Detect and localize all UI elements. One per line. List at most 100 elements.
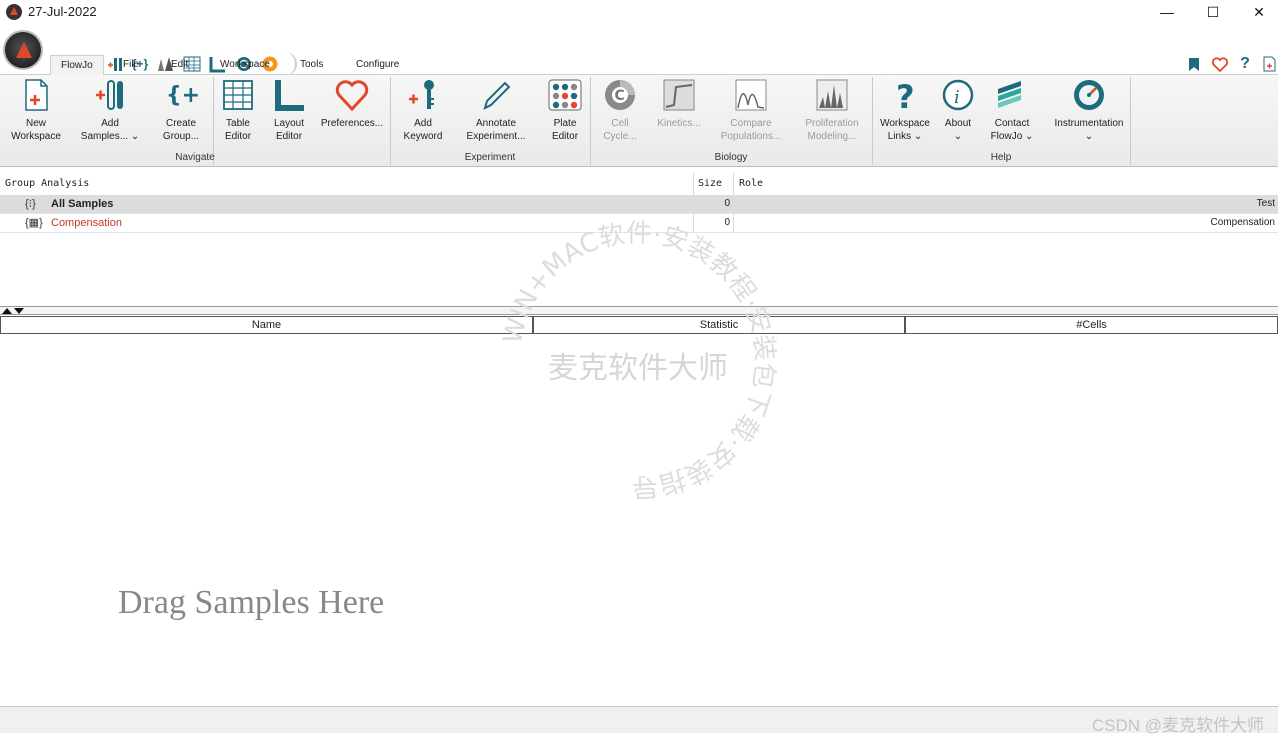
about-button[interactable]: i About ⌄ [938, 77, 978, 143]
add-samples-icon-large [96, 80, 123, 110]
instrumentation-label-1: Instrumentation [1054, 118, 1124, 129]
instrumentation-label-2: ⌄ [1084, 131, 1094, 142]
flowjo-logo[interactable] [3, 30, 43, 70]
add-keyword-label-1: Add [414, 118, 432, 129]
pane-splitter[interactable] [0, 306, 1278, 315]
info-icon: i [942, 79, 974, 111]
statistic-column-header[interactable]: Statistic [533, 316, 905, 334]
layout-editor-label-2: Editor [275, 131, 303, 142]
kinetics-label: Kinetics... [657, 118, 701, 129]
tab-tools[interactable]: Tools [300, 59, 323, 70]
layout-editor-button[interactable]: Layout Editor [266, 77, 312, 143]
proliferation-modeling-button[interactable]: Proliferation Modeling... [800, 77, 864, 143]
tab-flowjo[interactable]: FlowJo [50, 55, 104, 76]
table-editor-button[interactable]: Table Editor [218, 77, 258, 143]
watermark-stamp: WIN+MAC软件·安装教程·安装包下载·安装指导 麦克软件大师 [498, 219, 780, 502]
maximize-button[interactable]: ☐ [1190, 0, 1236, 24]
compensation-icon: {▦} [25, 217, 43, 229]
svg-text:i: i [954, 87, 960, 108]
flowjo-app-icon [6, 4, 22, 20]
workspace-links-label-1: Workspace [880, 118, 930, 129]
kinetics-button[interactable]: Kinetics... [654, 77, 704, 130]
contact-flowjo-label-1: Contact [994, 118, 1030, 129]
title-bar: 27-Jul-2022 — ☐ ✕ [0, 0, 1278, 24]
name-column-header[interactable]: Name [0, 316, 533, 334]
layout-editor-label-1: Layout [273, 118, 305, 129]
group-name: All Samples [51, 198, 114, 210]
close-button[interactable]: ✕ [1236, 0, 1278, 24]
annotate-experiment-label-1: Annotate [475, 118, 517, 129]
tab-workspace[interactable]: Workspace [220, 59, 270, 70]
bookmark-icon[interactable] [1186, 56, 1202, 72]
table-row[interactable]: {▦} Compensation 0 Compensation [0, 214, 1278, 233]
plate-editor-button[interactable]: Plate Editor [544, 77, 586, 143]
plate-editor-icon [548, 79, 582, 111]
ribbon-separator [1130, 77, 1131, 165]
navigate-group-label: Navigate [175, 152, 215, 163]
biology-group-label: Biology [714, 152, 748, 163]
group-size: 0 [724, 217, 730, 228]
drag-samples-hint: Drag Samples Here [118, 584, 385, 621]
role-header[interactable]: Role [739, 173, 763, 195]
workspace-links-label-2: Links ⌄ [887, 131, 923, 142]
experiment-group-label: Experiment [464, 152, 516, 163]
cells-column-header[interactable]: #Cells [905, 316, 1278, 334]
svg-text:C: C [615, 88, 625, 104]
new-workspace-icon [25, 79, 48, 111]
add-keyword-icon [409, 80, 434, 109]
new-workspace-label-2: Workspace [11, 131, 61, 142]
preferences-button[interactable]: Preferences... [318, 77, 386, 130]
layout-editor-icon-large [275, 80, 304, 111]
favorite-heart-icon[interactable] [1212, 56, 1228, 72]
gauge-icon [1074, 80, 1104, 110]
compare-populations-button[interactable]: Compare Populations... [716, 77, 786, 143]
question-mark-icon: ? [896, 78, 915, 113]
group-analysis-header[interactable]: Group Analysis [5, 173, 89, 195]
annotate-experiment-button[interactable]: Annotate Experiment... [462, 77, 530, 143]
create-group-label-1: Create [165, 118, 196, 129]
table-editor-icon-large [223, 80, 253, 110]
group-size: 0 [724, 198, 730, 209]
status-bar: CSDN @麦克软件大师 [0, 706, 1278, 735]
size-header[interactable]: Size [698, 173, 722, 195]
watermark-ring-text: WIN+MAC软件·安装教程·安装包下载·安装指导 [498, 219, 780, 502]
watermark-center-text: 麦克软件大师 [548, 351, 728, 386]
group-icon: {⁝} [25, 198, 36, 210]
window-title: 27-Jul-2022 [28, 4, 97, 19]
workspace-links-button[interactable]: ? Workspace Links ⌄ [878, 77, 932, 143]
minimize-button[interactable]: — [1144, 0, 1190, 24]
svg-text:{+}: {+} [166, 83, 198, 108]
new-document-icon[interactable] [1261, 56, 1277, 72]
add-samples-label-2: Samples... ⌄ [80, 131, 140, 142]
kinetics-icon [663, 79, 695, 111]
create-group-icon-large: {+} [166, 83, 198, 108]
table-row[interactable]: {⁝} All Samples 0 Test [0, 195, 1278, 214]
csdn-credit: CSDN @麦克软件大师 [1091, 716, 1264, 735]
splitter-arrows-icon[interactable] [2, 307, 26, 315]
help-icon[interactable]: ? [1237, 55, 1253, 72]
instrumentation-button[interactable]: Instrumentation ⌄ [1050, 77, 1128, 143]
cell-cycle-label-2: Cycle... [603, 131, 637, 142]
table-editor-label-2: Editor [224, 131, 252, 142]
add-keyword-button[interactable]: Add Keyword [400, 77, 446, 143]
tab-edit[interactable]: Edit [171, 59, 188, 70]
quick-access-toolbar: {+} [0, 24, 1278, 76]
tab-configure[interactable]: Configure [356, 59, 399, 70]
add-samples-button[interactable]: Add Samples... ⌄ [76, 77, 144, 143]
cell-cycle-button[interactable]: C Cell Cycle... [600, 77, 640, 143]
group-role: Test [1256, 198, 1275, 209]
annotate-experiment-label-2: Experiment... [466, 131, 526, 142]
group-role: Compensation [1210, 217, 1275, 228]
proliferation-label-2: Modeling... [807, 131, 857, 142]
compare-populations-label-1: Compare [730, 118, 772, 129]
preferences-label: Preferences... [320, 118, 384, 129]
tab-file[interactable]: File [123, 59, 139, 70]
contact-flowjo-button[interactable]: Contact FlowJo ⌄ [986, 77, 1038, 143]
preferences-heart-icon [335, 80, 369, 112]
new-workspace-button[interactable]: New Workspace [8, 77, 64, 143]
contact-flowjo-label-2: FlowJo ⌄ [990, 131, 1034, 142]
proliferation-label-1: Proliferation [805, 118, 859, 129]
compare-populations-icon [735, 79, 767, 111]
plate-editor-label-2: Editor [551, 131, 579, 142]
create-group-button[interactable]: {+} Create Group... [156, 77, 206, 143]
